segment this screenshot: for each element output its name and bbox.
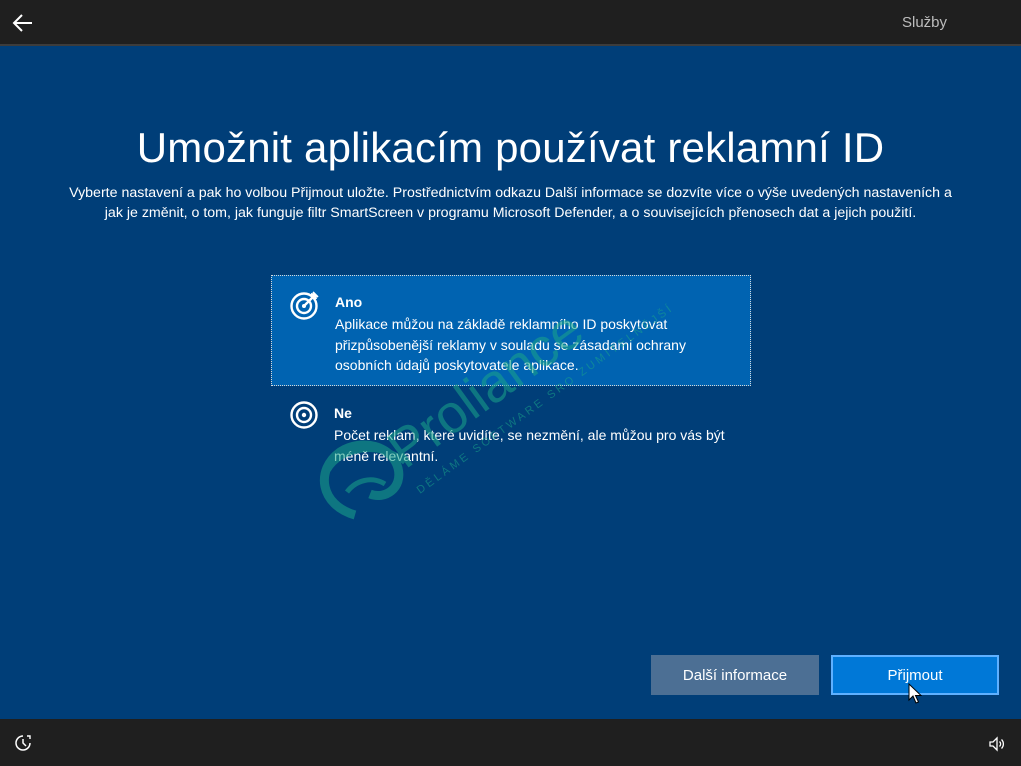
- option-no[interactable]: Ne Počet reklam, které uvidíte, se nezmě…: [271, 390, 751, 480]
- description-line-1: Vyberte nastavení a pak ho volbou Přijmo…: [69, 185, 952, 201]
- more-info-button[interactable]: Další informace: [651, 655, 819, 695]
- option-no-title: Ne: [334, 405, 352, 421]
- option-yes-text: Aplikace můžou na základě reklamního ID …: [335, 316, 686, 373]
- target-icon: [290, 401, 318, 429]
- bottom-bar: [0, 719, 1021, 766]
- page-description: Vyberte nastavení a pak ho volbou Přijmo…: [40, 183, 981, 223]
- page-title: Umožnit aplikacím používat reklamní ID: [136, 124, 885, 171]
- option-yes-title: Ano: [335, 294, 363, 310]
- target-arrow-icon: [290, 291, 319, 320]
- description-line-2: jak je změnit, o tom, jak funguje filtr …: [104, 205, 917, 221]
- top-bar: Služby: [0, 0, 1021, 46]
- ease-of-access-icon[interactable]: [14, 734, 32, 752]
- tab-sluzby[interactable]: Služby: [828, 0, 1021, 46]
- mouse-cursor-icon: [908, 683, 922, 704]
- option-no-text: Počet reklam, které uvidíte, se nezmění,…: [334, 427, 725, 464]
- back-arrow-icon: [12, 14, 32, 32]
- header-divider: [0, 44, 1021, 46]
- volume-icon[interactable]: [988, 735, 1006, 753]
- back-button[interactable]: [8, 8, 38, 38]
- option-yes[interactable]: Ano Aplikace můžou na základě reklamního…: [271, 275, 751, 386]
